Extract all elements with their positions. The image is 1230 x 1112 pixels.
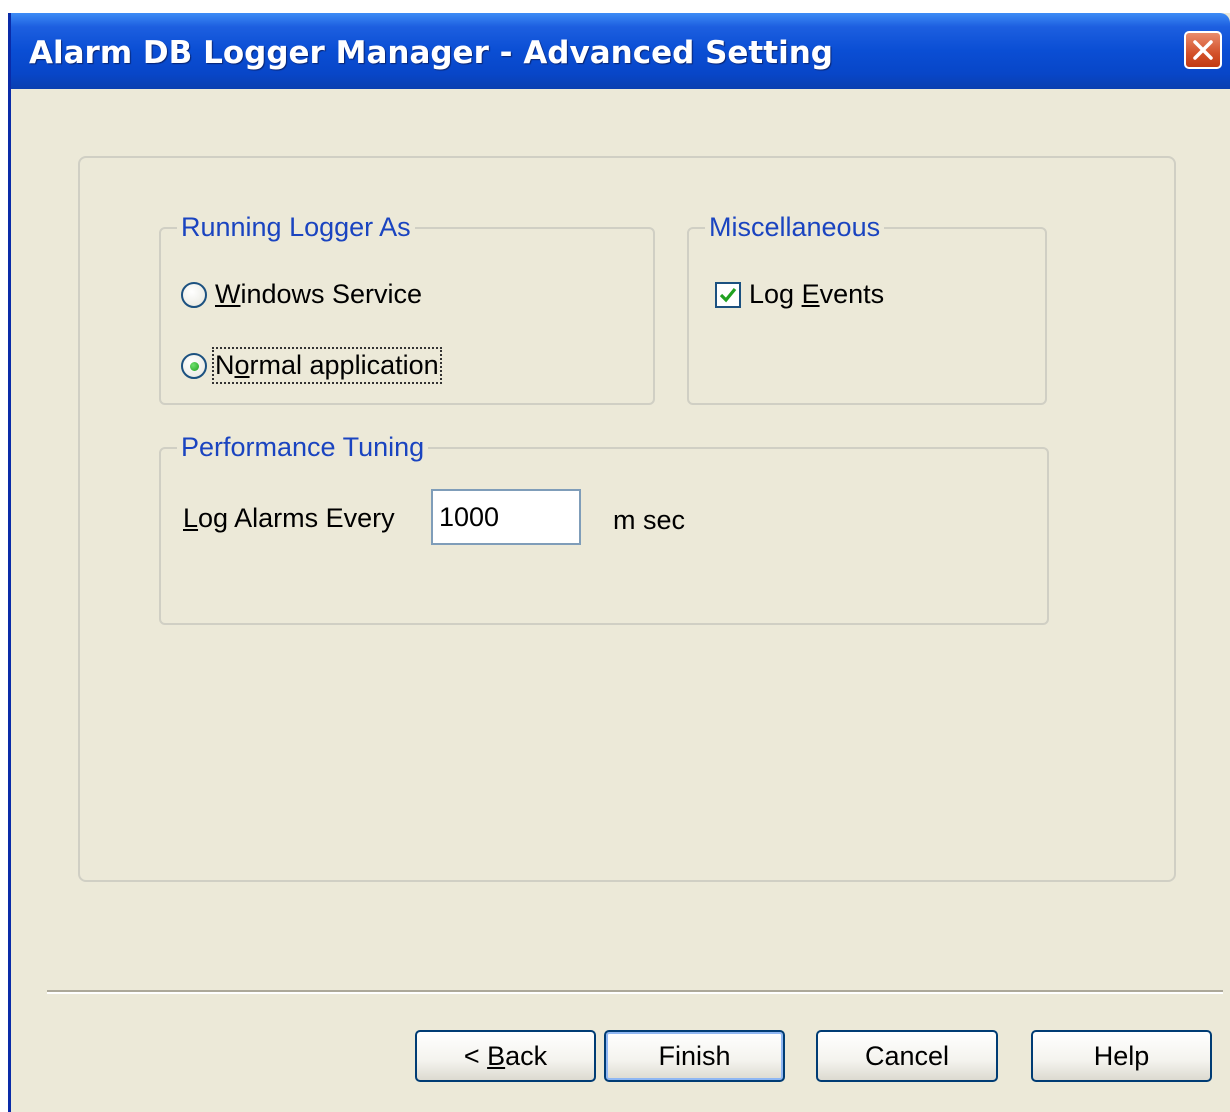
radio-windows-service-circle[interactable] bbox=[181, 281, 207, 308]
close-button[interactable] bbox=[1184, 31, 1222, 69]
performance-tuning-legend: Performance Tuning bbox=[177, 432, 429, 463]
button-separator bbox=[47, 990, 1223, 994]
miscellaneous-group: Miscellaneous Log Events bbox=[687, 212, 1047, 405]
miscellaneous-legend: Miscellaneous bbox=[705, 212, 885, 243]
cancel-button[interactable]: Cancel bbox=[816, 1030, 998, 1082]
dialog-window: Alarm DB Logger Manager - Advanced Setti… bbox=[8, 13, 1230, 1112]
title-bar[interactable]: Alarm DB Logger Manager - Advanced Setti… bbox=[11, 13, 1230, 89]
log-alarms-every-label: Log Alarms Every bbox=[183, 503, 395, 533]
back-button[interactable]: < Back bbox=[415, 1030, 596, 1082]
help-button[interactable]: Help bbox=[1031, 1030, 1212, 1082]
performance-tuning-group: Performance Tuning bbox=[159, 432, 1049, 625]
unit-label: m sec bbox=[613, 505, 686, 535]
log-events-checkbox-row[interactable]: Log Events bbox=[715, 279, 884, 310]
running-logger-group: Running Logger As Windows Service Normal… bbox=[159, 212, 655, 405]
radio-normal-application[interactable]: Normal application bbox=[181, 347, 442, 384]
radio-windows-service-label: Windows Service bbox=[215, 279, 423, 309]
checkmark-icon bbox=[719, 287, 737, 302]
close-icon bbox=[1193, 40, 1213, 60]
radio-normal-application-label: Normal application bbox=[212, 347, 442, 384]
log-events-checkbox[interactable] bbox=[715, 281, 741, 308]
log-events-label: Log Events bbox=[749, 279, 885, 309]
radio-normal-application-circle[interactable] bbox=[181, 352, 207, 379]
running-logger-legend: Running Logger As bbox=[177, 212, 415, 243]
log-interval-input[interactable] bbox=[431, 489, 581, 545]
radio-windows-service[interactable]: Windows Service bbox=[181, 279, 422, 310]
window-title: Alarm DB Logger Manager - Advanced Setti… bbox=[29, 35, 833, 71]
finish-button[interactable]: Finish bbox=[604, 1030, 785, 1082]
